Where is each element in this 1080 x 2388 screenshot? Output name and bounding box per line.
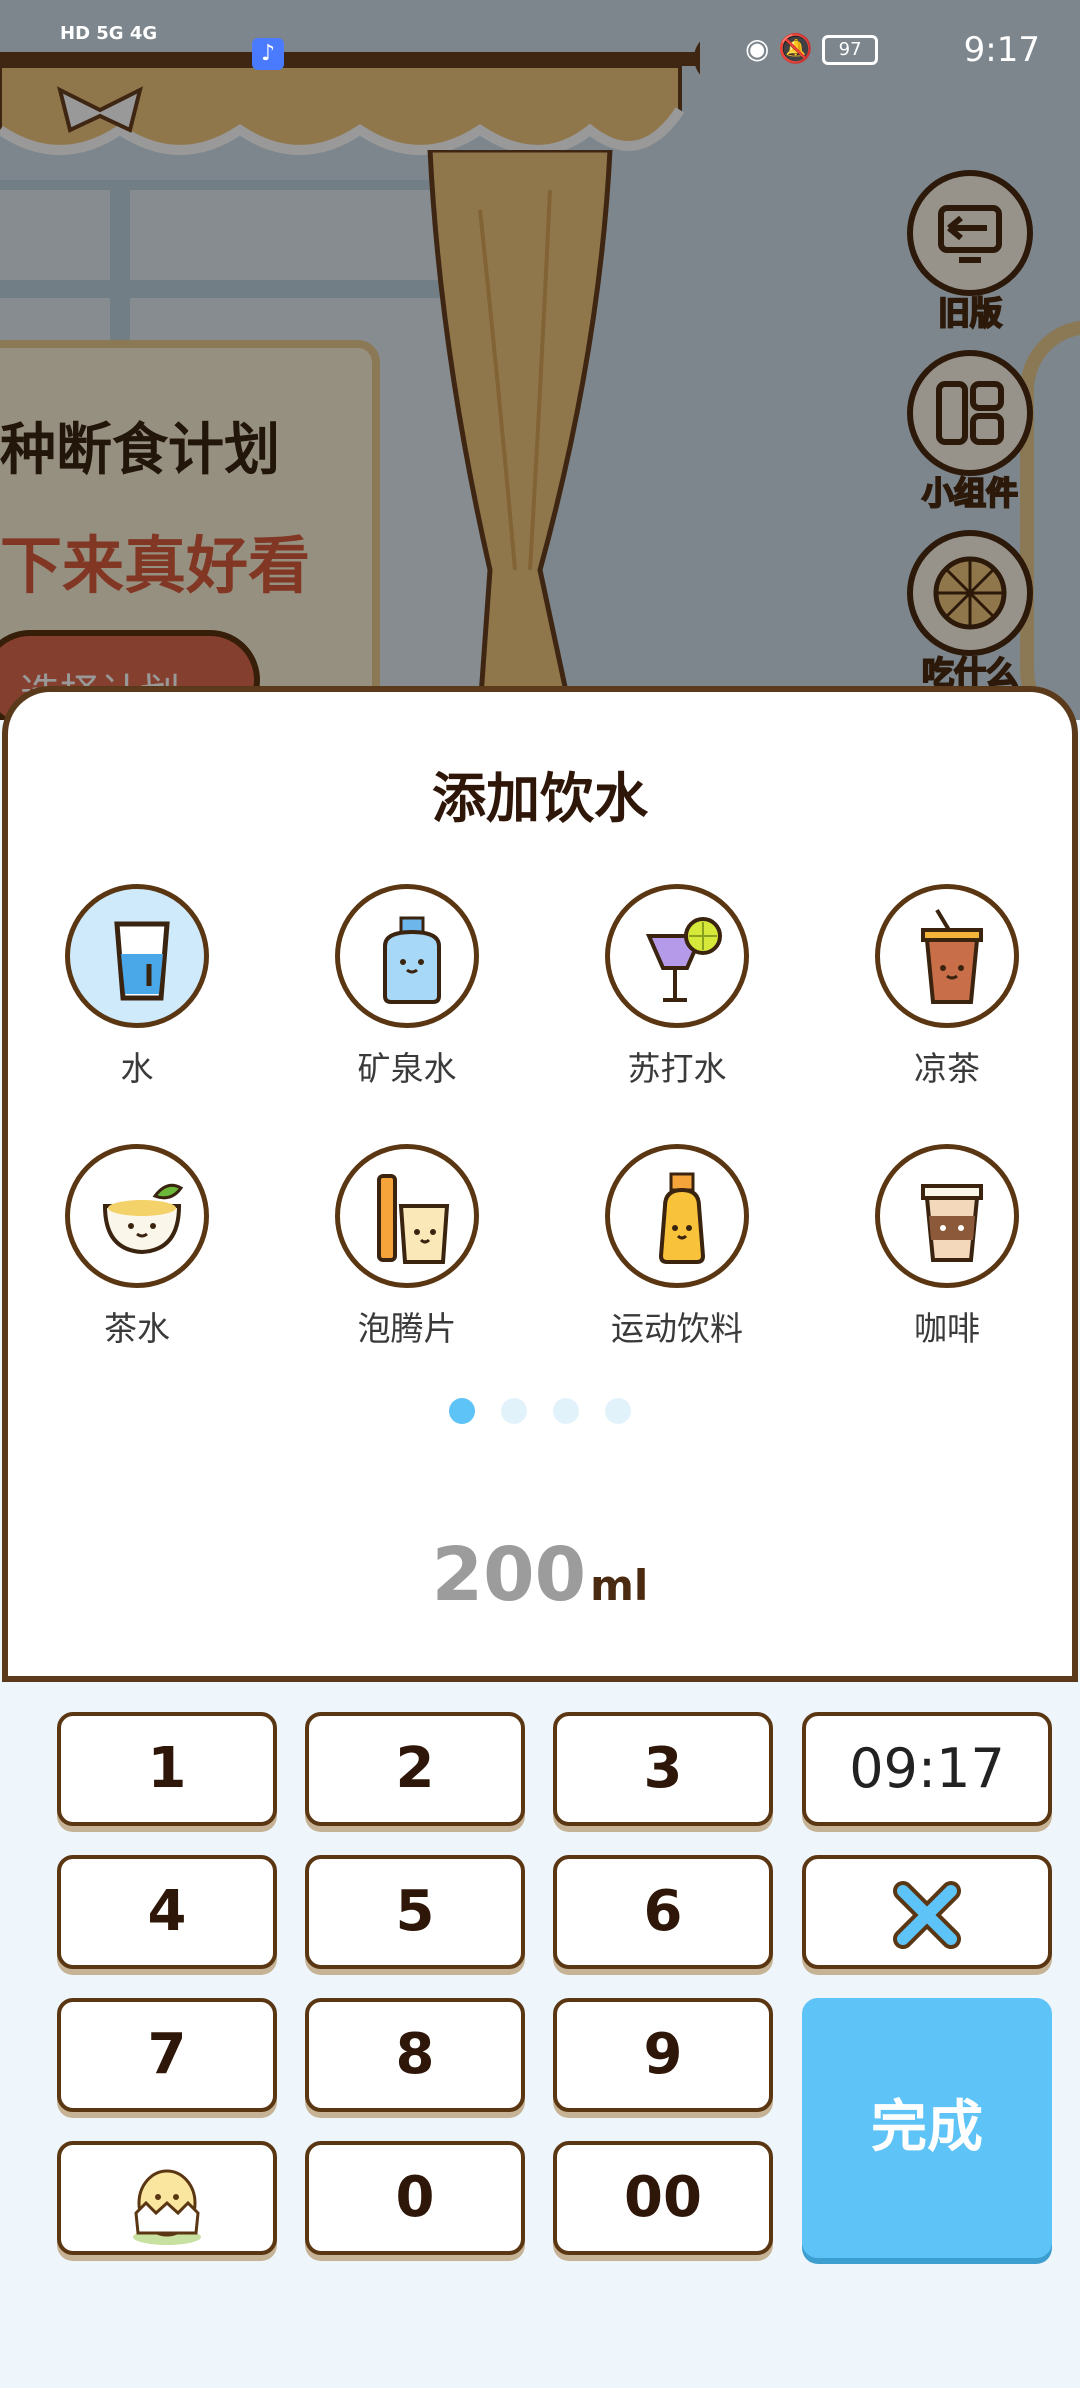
key-2[interactable]: 2 bbox=[305, 1712, 525, 1826]
sheet-title: 添加饮水 bbox=[432, 767, 648, 830]
drink-tea[interactable]: 茶水 bbox=[37, 1144, 237, 1350]
drink-name: 咖啡 bbox=[914, 1309, 980, 1348]
amount-display: 200ml bbox=[8, 1532, 1072, 1618]
key-00[interactable]: 00 bbox=[553, 2141, 773, 2255]
key-7[interactable]: 7 bbox=[57, 1998, 277, 2112]
drink-name: 凉茶 bbox=[914, 1049, 980, 1088]
tea-bowl-icon bbox=[65, 1144, 209, 1288]
drink-name: 泡腾片 bbox=[357, 1309, 457, 1348]
page-dot[interactable] bbox=[605, 1398, 631, 1424]
drink-iced-tea[interactable]: 凉茶 bbox=[847, 884, 1047, 1090]
status-icons: ◉ 🔕 97 bbox=[745, 32, 879, 65]
egg-mascot-icon bbox=[133, 2169, 201, 2245]
number-keypad: 1 2 3 09:17 4 5 6 7 8 9 完成 0 00 bbox=[0, 1696, 1080, 2388]
battery-icon: 97 bbox=[822, 35, 879, 65]
delete-button[interactable] bbox=[802, 1855, 1052, 1969]
key-5[interactable]: 5 bbox=[305, 1855, 525, 1969]
amount-value: 200 bbox=[431, 1532, 587, 1618]
effervescent-tablet-icon bbox=[335, 1144, 479, 1288]
drink-effervescent[interactable]: 泡腾片 bbox=[307, 1144, 507, 1350]
sports-drink-bottle-icon bbox=[605, 1144, 749, 1288]
key-3[interactable]: 3 bbox=[553, 1712, 773, 1826]
drink-name: 苏打水 bbox=[627, 1049, 727, 1088]
status-time: 9:17 bbox=[963, 30, 1040, 70]
status-bar: HD 5G 4G ♪ ◉ 🔕 97 9:17 bbox=[0, 0, 1080, 100]
key-6[interactable]: 6 bbox=[553, 1855, 773, 1969]
drink-name: 水 bbox=[120, 1049, 154, 1088]
done-button[interactable]: 完成 bbox=[802, 1998, 1052, 2258]
iced-tea-cup-icon bbox=[875, 884, 1019, 1028]
key-8[interactable]: 8 bbox=[305, 1998, 525, 2112]
page-dot-active[interactable] bbox=[449, 1398, 475, 1424]
page-dot[interactable] bbox=[501, 1398, 527, 1424]
time-picker-button[interactable]: 09:17 bbox=[802, 1712, 1052, 1826]
drink-name: 矿泉水 bbox=[357, 1049, 457, 1088]
page-dot[interactable] bbox=[553, 1398, 579, 1424]
eye-icon: ◉ bbox=[745, 32, 770, 65]
page-indicator bbox=[8, 1398, 1072, 1428]
amount-unit: ml bbox=[590, 1561, 649, 1610]
modal-dim-overlay[interactable] bbox=[0, 0, 1080, 720]
drink-coffee[interactable]: 咖啡 bbox=[847, 1144, 1047, 1350]
drink-mineral-water[interactable]: 矿泉水 bbox=[307, 884, 507, 1090]
water-glass-icon bbox=[65, 884, 209, 1028]
background-scene: 种断食计划 下来真好看 选择计划 旧版 小组件 bbox=[0, 0, 1080, 720]
network-indicator: HD 5G 4G bbox=[60, 23, 158, 44]
add-water-sheet: 添加饮水 水 矿泉水 苏打水 凉茶 茶水 泡腾片 运动饮料 咖啡 200ml bbox=[2, 686, 1078, 1682]
key-9[interactable]: 9 bbox=[553, 1998, 773, 2112]
drink-water[interactable]: 水 bbox=[37, 884, 237, 1090]
drink-name: 茶水 bbox=[104, 1309, 170, 1348]
key-0[interactable]: 0 bbox=[305, 2141, 525, 2255]
coffee-cup-icon bbox=[875, 1144, 1019, 1288]
mineral-water-bottle-icon bbox=[335, 884, 479, 1028]
drink-soda[interactable]: 苏打水 bbox=[577, 884, 777, 1090]
music-app-icon: ♪ bbox=[252, 38, 284, 70]
drink-name: 运动饮料 bbox=[611, 1309, 743, 1348]
mascot-button[interactable] bbox=[57, 2141, 277, 2255]
soda-glass-icon bbox=[605, 884, 749, 1028]
key-4[interactable]: 4 bbox=[57, 1855, 277, 1969]
mute-bell-icon: 🔕 bbox=[778, 32, 814, 65]
drink-sports[interactable]: 运动饮料 bbox=[577, 1144, 777, 1350]
close-x-icon bbox=[893, 1881, 961, 1949]
key-1[interactable]: 1 bbox=[57, 1712, 277, 1826]
